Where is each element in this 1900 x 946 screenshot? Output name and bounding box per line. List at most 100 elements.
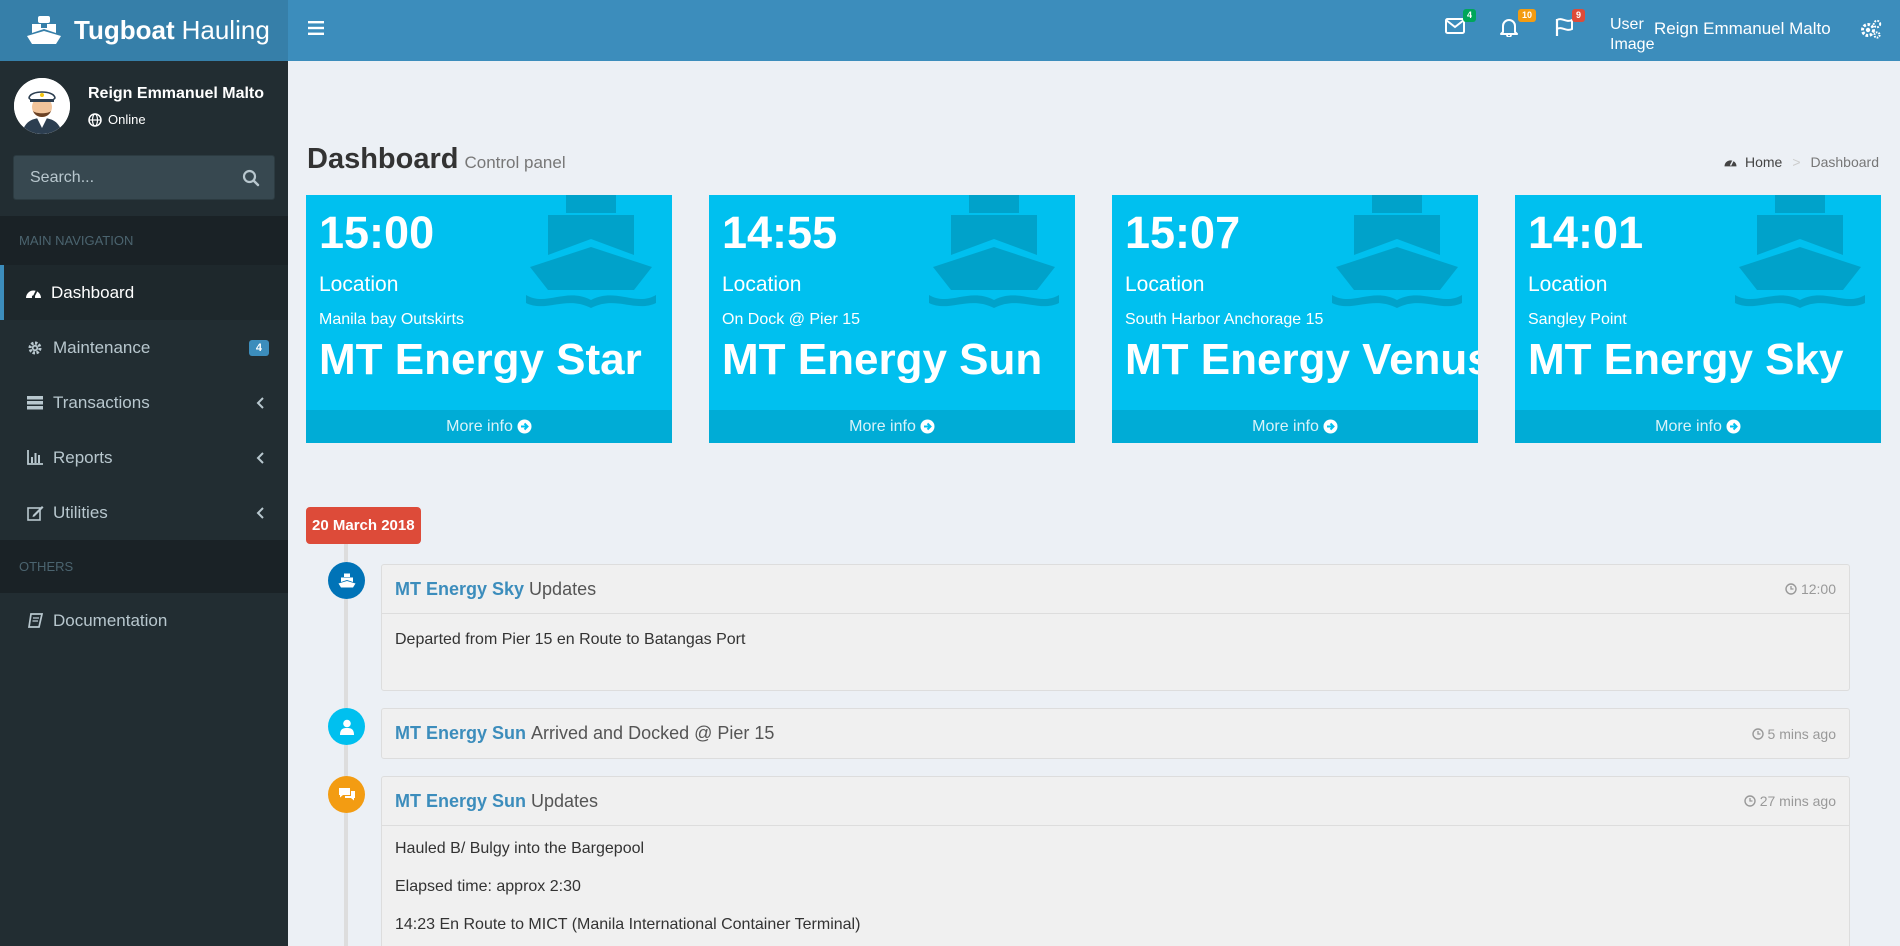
timeline-item-body: Departed from Pier 15 en Route to Batang… [382, 614, 1849, 690]
vessel-place: On Dock @ Pier 15 [722, 311, 861, 328]
vessel-name: MT Energy Venus [1125, 335, 1478, 384]
breadcrumb-home[interactable]: Home [1745, 154, 1782, 170]
chevron-left-icon [256, 506, 264, 519]
book-icon [26, 612, 44, 630]
chevron-left-icon [256, 396, 264, 409]
messages-button[interactable]: 4 [1445, 9, 1476, 39]
sidebar-item-utilities[interactable]: Utilities [0, 485, 288, 540]
maintenance-count-badge: 4 [248, 339, 269, 356]
sidebar-item-label: Dashboard [51, 282, 135, 302]
gears-icon[interactable] [1860, 19, 1882, 39]
timeline-date-label: 20 March 2018 [306, 507, 421, 544]
timeline-time-text: 27 mins ago [1759, 793, 1836, 809]
top-user-name: Reign Emmanuel Malto [1654, 19, 1831, 38]
more-info-label: More info [1655, 418, 1722, 435]
more-info-link[interactable]: More info [709, 410, 1075, 443]
sidebar-item-label: Maintenance [53, 337, 151, 357]
timeline-vessel-link[interactable]: MT Energy Sun [395, 791, 526, 812]
user-menu[interactable]: User Image Reign Emmanuel Malto [1610, 15, 1831, 55]
search-icon[interactable] [242, 169, 260, 187]
user-status-text: Online [108, 112, 146, 127]
clock-icon [1785, 583, 1797, 595]
messages-count-badge: 4 [1462, 9, 1476, 22]
location-label: Location [1125, 273, 1205, 296]
more-info-link[interactable]: More info [1515, 410, 1881, 443]
timeline-comments-marker [328, 776, 365, 813]
location-label: Location [722, 273, 802, 296]
nav-header-main: MAIN NAVIGATION [0, 216, 288, 265]
captain-avatar-icon [14, 78, 70, 134]
sidebar-item-label: Reports [53, 447, 113, 467]
vessel-place: South Harbor Anchorage 15 [1125, 311, 1324, 328]
vessel-card: 15:00 Location Manila bay Outskirts MT E… [306, 195, 672, 443]
vessel-place: Manila bay Outskirts [319, 311, 464, 328]
timeline-event: Updates [529, 578, 597, 599]
flag-icon [1555, 18, 1573, 36]
sidebar-item-transactions[interactable]: Transactions [0, 375, 288, 430]
timeline-time-text: 12:00 [1800, 581, 1836, 597]
timeline-item-header: MT Energy Sun Arrived and Docked @ Pier … [382, 709, 1849, 758]
envelope-icon [1445, 18, 1465, 34]
breadcrumb: Home > Dashboard [1723, 154, 1879, 170]
timeline-vessel-link[interactable]: MT Energy Sky [395, 579, 524, 600]
timeline-item-header: MT Energy Sky Updates 12:00 [382, 565, 1849, 614]
tasks-button[interactable]: 9 [1555, 9, 1585, 42]
sidebar-item-label: Utilities [53, 502, 108, 522]
ship-icon [1735, 195, 1865, 308]
page-subtitle: Control panel [464, 153, 566, 172]
sidebar-search [13, 155, 275, 200]
hamburger-menu-icon[interactable] [308, 20, 324, 36]
notifications-count-badge: 10 [1517, 9, 1536, 22]
ship-icon [1332, 195, 1462, 308]
timeline-item-header: MT Energy Sun Updates 27 mins ago [382, 777, 1849, 826]
page-title: Dashboard [307, 143, 459, 175]
brand-light: Hauling [181, 15, 270, 45]
vessel-name: MT Energy Sun [722, 335, 1043, 384]
arrow-circle-right-icon [1323, 419, 1338, 434]
timeline-vessel-link[interactable]: MT Energy Sun [395, 723, 526, 744]
sidebar-item-label: Documentation [53, 610, 168, 630]
timeline-item: MT Energy Sun Arrived and Docked @ Pier … [381, 708, 1850, 759]
main-content: Dashboard Control panel Home > Dashboard… [288, 61, 1900, 946]
top-navbar: 4 10 9 User Image Reign Emmanuel Malto [288, 0, 1900, 61]
user-status: Online [88, 112, 264, 127]
timeline-time: 12:00 [1785, 581, 1836, 597]
vessel-card: 15:07 Location South Harbor Anchorage 15… [1112, 195, 1478, 443]
bar-chart-icon [26, 449, 44, 467]
user-icon [339, 719, 354, 735]
clock-icon [1744, 795, 1756, 807]
sidebar-item-documentation[interactable]: Documentation [0, 593, 288, 648]
vessel-time: 14:55 [722, 207, 838, 258]
search-input[interactable] [30, 168, 242, 187]
more-info-link[interactable]: More info [1112, 410, 1478, 443]
notifications-button[interactable]: 10 [1500, 9, 1536, 42]
vessel-name: MT Energy Star [319, 335, 642, 384]
vessel-cards: 15:00 Location Manila bay Outskirts MT E… [306, 195, 1881, 443]
arrow-circle-right-icon [517, 419, 532, 434]
timeline-user-marker [328, 708, 365, 745]
sidebar-item-maintenance[interactable]: Maintenance 4 [0, 320, 288, 375]
more-info-link[interactable]: More info [306, 410, 672, 443]
sidebar-item-reports[interactable]: Reports [0, 430, 288, 485]
sidebar-item-dashboard[interactable]: Dashboard [0, 265, 288, 320]
ship-icon [929, 195, 1059, 308]
arrow-circle-right-icon [920, 419, 935, 434]
dashboard-icon [1724, 160, 1737, 167]
timeline-item-body: Hauled B/ Bulgy into the Bargepool Elaps… [382, 826, 1849, 946]
sidebar-item-label: Transactions [53, 392, 150, 412]
timeline-time: 5 mins ago [1751, 726, 1836, 742]
timeline-item: MT Energy Sky Updates 12:00 Departed fro… [381, 564, 1850, 691]
avatar [14, 78, 70, 134]
timeline-event: Updates [531, 790, 599, 811]
bell-icon [1500, 19, 1518, 38]
gear-icon [26, 339, 44, 357]
comments-icon [338, 788, 355, 801]
app-logo[interactable]: Tugboat Hauling [0, 0, 288, 61]
ship-icon [526, 195, 656, 308]
ship-icon [338, 573, 355, 587]
vessel-time: 15:07 [1125, 207, 1241, 258]
more-info-label: More info [446, 418, 513, 435]
arrow-circle-right-icon [1726, 419, 1741, 434]
vessel-place: Sangley Point [1528, 311, 1627, 328]
tasks-count-badge: 9 [1571, 9, 1585, 22]
